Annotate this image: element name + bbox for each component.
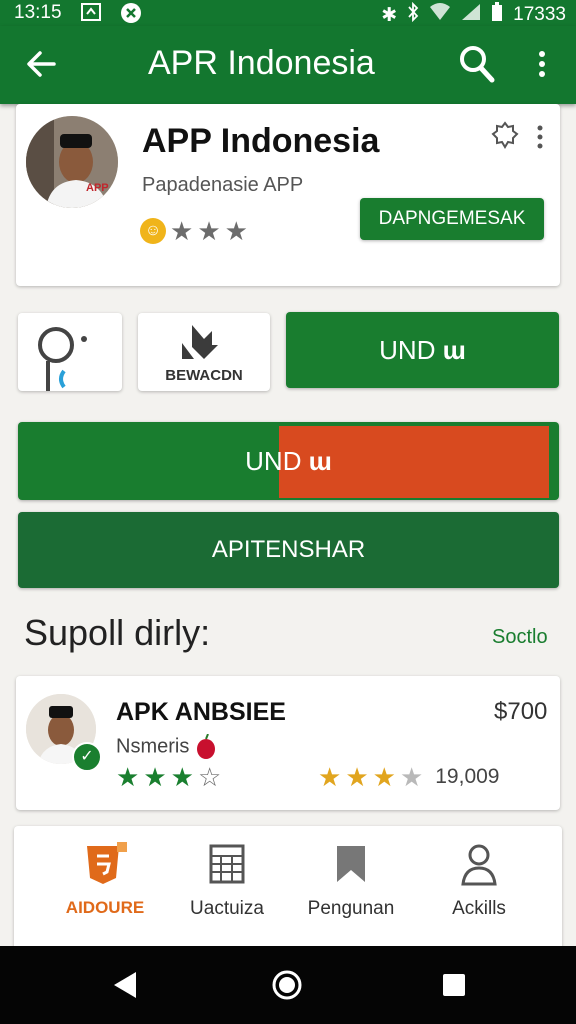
fruit-icon [196,733,215,759]
status-bar: 13:15 ✱ 17333 [0,0,576,26]
system-nav-bar [0,946,576,1024]
install-button[interactable]: UND ɯ [286,312,559,388]
list-item[interactable]: ✓ APK ANBSIEE Nsmeris $700 ★ ★ ★ ☆ ★ ★ ★… [16,676,560,810]
signal-icon [461,3,481,27]
nav-item-pengunan[interactable]: Pengunan [286,842,416,920]
section-title: Supoll dirly: [24,612,211,653]
item-price: $700 [494,698,548,725]
calendar-grid-icon [205,842,249,886]
star-icon: ★ [399,762,424,792]
item-stars: ★ ★ ★ ☆ [116,764,221,790]
app-developer[interactable]: Papadenasie APP [142,174,303,197]
item-subtitle-text: Nsmeris [116,735,190,758]
tile-label: BEWACDN [165,367,243,384]
star-icon: ★ [372,762,396,792]
close-circle-icon [120,2,142,29]
nav-label: Ackills [452,898,506,919]
app-bar: APR Indonesia [0,26,576,104]
star-outline-icon: ☆ [197,762,222,792]
star-icon: ★ [143,762,167,792]
nav-label: Uactuiza [190,898,264,919]
bookmark-icon [329,842,373,886]
app-logo-icon [38,327,87,391]
app-rating: ☺ ★ ★ ★ [140,218,248,244]
notification-icon [80,2,102,27]
primary-action-button[interactable]: DAPNGEMESAK [360,198,544,240]
app-info-card: APP APP Indonesia Papadenasie APP ☺ ★ ★ … [16,104,560,286]
bewacdn-tile[interactable]: BEWACDN [138,313,270,391]
rating-count: 19,009 [435,765,500,788]
download-progress-button[interactable]: UND ɯ [18,422,559,500]
page-title: APR Indonesia [148,44,375,82]
progress-label: UND [245,446,302,476]
secondary-button[interactable]: APITENSHAR [18,512,559,588]
nav-home-icon[interactable] [270,968,304,1002]
install-glyph: ɯ [442,335,466,365]
bluetooth-icon [407,1,419,28]
avatar-badge: APP [86,182,109,194]
app-avatar: APP [26,116,118,208]
nav-recents-icon[interactable] [436,968,470,1002]
item-rating: ★ ★ ★ ★ 19,009 [318,764,499,790]
verified-check-icon: ✓ [72,742,102,772]
battery-text: 17333 [513,4,566,25]
download-logo-icon [182,325,218,359]
nav-label: Pengunan [307,898,395,919]
app-logo-tile[interactable] [18,313,122,391]
nav-item-ackills[interactable]: Ackills [414,842,544,920]
arrow-back-icon[interactable] [26,46,58,82]
star-icon: ★ [170,216,194,246]
search-icon[interactable] [458,44,496,84]
more-vert-icon[interactable] [534,122,546,152]
nav-item-uactuiza[interactable]: Uactuiza [162,842,292,920]
item-subtitle: Nsmeris [116,733,217,760]
star-icon: ★ [116,762,140,792]
more-vert-icon[interactable] [532,46,552,84]
wifi-icon [429,3,451,27]
app-name: APP Indonesia [142,122,380,160]
progress-glyph: ɯ [308,446,332,476]
coin-badge-icon: ☺ [140,218,166,244]
star-icon: ★ [345,762,369,792]
nav-item-aidoure[interactable]: AIDOURE [40,842,170,918]
install-label: UND [379,335,436,365]
item-name: APK ANBSIEE [116,698,286,726]
section-link[interactable]: Soctlo [492,626,548,649]
star-icon: ★ [318,762,342,792]
html-shield-icon [83,842,127,886]
bottom-nav: AIDOURE Uactuiza Pengunan Ackills [14,826,562,950]
sync-icon: ✱ [381,4,398,26]
star-icon: ★ [170,762,194,792]
status-time: 13:15 [14,2,62,23]
progress-label-wrap: UND ɯ [18,422,559,500]
gear-icon[interactable] [490,120,520,150]
nav-back-icon[interactable] [108,968,142,1002]
star-icon: ★ [197,216,221,246]
star-icon: ★ [224,216,248,246]
nav-label: AIDOURE [65,898,145,917]
battery-icon [491,2,503,28]
person-icon [457,842,501,886]
